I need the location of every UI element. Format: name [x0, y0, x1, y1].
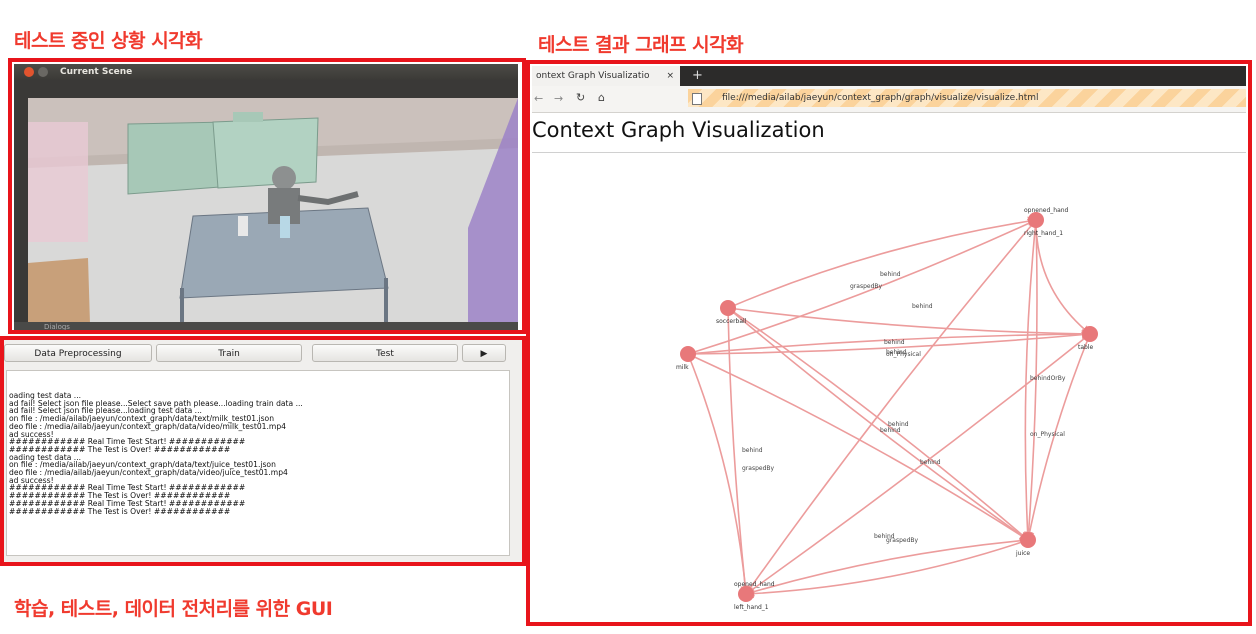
scene-highlight-box [8, 58, 526, 334]
gui-caption: 학습, 테스트, 데이터 전처리를 위한 GUI [14, 598, 333, 620]
gui-highlight-box [0, 336, 526, 566]
scene-caption: 테스트 중인 상황 시각화 [14, 30, 203, 52]
graph-caption: 테스트 결과 그래프 시각화 [538, 34, 744, 56]
graph-highlight-box [526, 60, 1252, 626]
